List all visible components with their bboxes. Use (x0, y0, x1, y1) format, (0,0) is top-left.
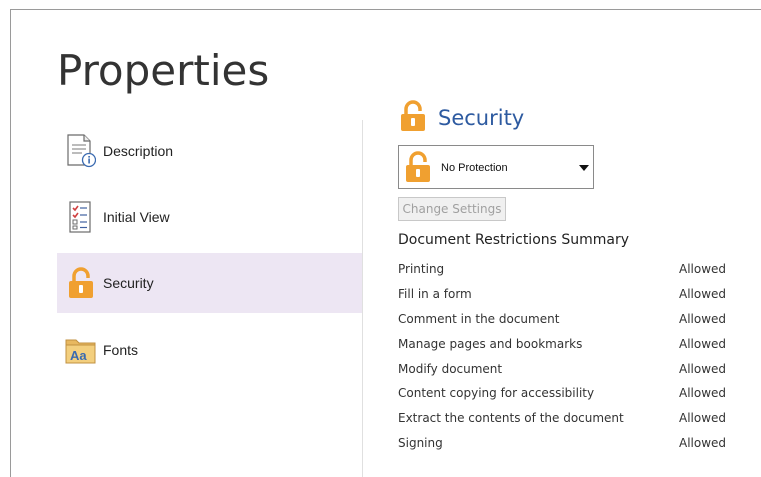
restriction-name: Fill in a form (398, 286, 472, 301)
nav-item-label: Description (103, 143, 174, 159)
restrictions-summary-title: Document Restrictions Summary (398, 232, 630, 248)
restriction-row: Extract the contents of the document All… (398, 407, 738, 432)
nav-item-label: Initial View (103, 209, 170, 225)
padlock-icon (398, 99, 428, 137)
dropdown-selected-value: No Protection (441, 162, 508, 174)
restriction-row: Printing Allowed (398, 258, 738, 283)
description-doc-info-icon (65, 133, 97, 169)
section-header: Security (398, 100, 524, 136)
nav-item-security[interactable]: Security (57, 253, 362, 313)
restriction-row: Fill in a form Allowed (398, 283, 738, 308)
restriction-name: Content copying for accessibility (398, 386, 595, 401)
restriction-row: Manage pages and bookmarks Allowed (398, 333, 738, 358)
section-title: Security (438, 106, 525, 130)
nav-item-label: Fonts (103, 342, 139, 358)
restriction-status: Allowed (679, 386, 727, 401)
restriction-name: Manage pages and bookmarks (398, 336, 583, 351)
window-border-left (10, 9, 11, 477)
restriction-row: Content copying for accessibility Allowe… (398, 382, 738, 407)
restriction-name: Signing (398, 436, 443, 451)
restriction-row: Signing Allowed (398, 432, 738, 457)
restriction-name: Extract the contents of the document (398, 411, 624, 426)
restriction-status: Allowed (679, 411, 727, 426)
svg-text:Aa: Aa (70, 348, 87, 363)
restriction-status: Allowed (679, 262, 727, 276)
restriction-status: Allowed (679, 286, 727, 301)
restriction-status: Allowed (679, 361, 727, 376)
restriction-name: Printing (398, 262, 445, 276)
restrictions-list: Printing Allowed Fill in a form Allowed … (398, 258, 738, 457)
nav-item-initial-view[interactable]: Initial View (57, 187, 362, 247)
chevron-down-icon (579, 165, 589, 171)
restriction-status: Allowed (679, 311, 727, 326)
window-border-top (10, 9, 761, 10)
panel-divider (362, 120, 363, 477)
nav-item-fonts[interactable]: Aa Fonts (57, 320, 362, 380)
change-settings-button[interactable]: Change Settings (398, 197, 506, 221)
restriction-name: Comment in the document (398, 311, 560, 326)
security-method-dropdown[interactable]: No Protection (398, 145, 594, 189)
nav-item-description[interactable]: Description (57, 121, 362, 181)
restriction-status: Allowed (679, 336, 727, 351)
nav-item-label: Security (103, 275, 154, 291)
checklist-icon (65, 199, 97, 235)
restriction-row: Modify document Allowed (398, 358, 738, 383)
page-title: Properties (57, 46, 270, 95)
fonts-folder-icon: Aa (65, 332, 97, 368)
restriction-row: Comment in the document Allowed (398, 308, 738, 333)
restriction-status: Allowed (679, 436, 727, 451)
padlock-icon (403, 150, 433, 188)
restriction-name: Modify document (398, 361, 503, 376)
padlock-icon (65, 265, 97, 301)
